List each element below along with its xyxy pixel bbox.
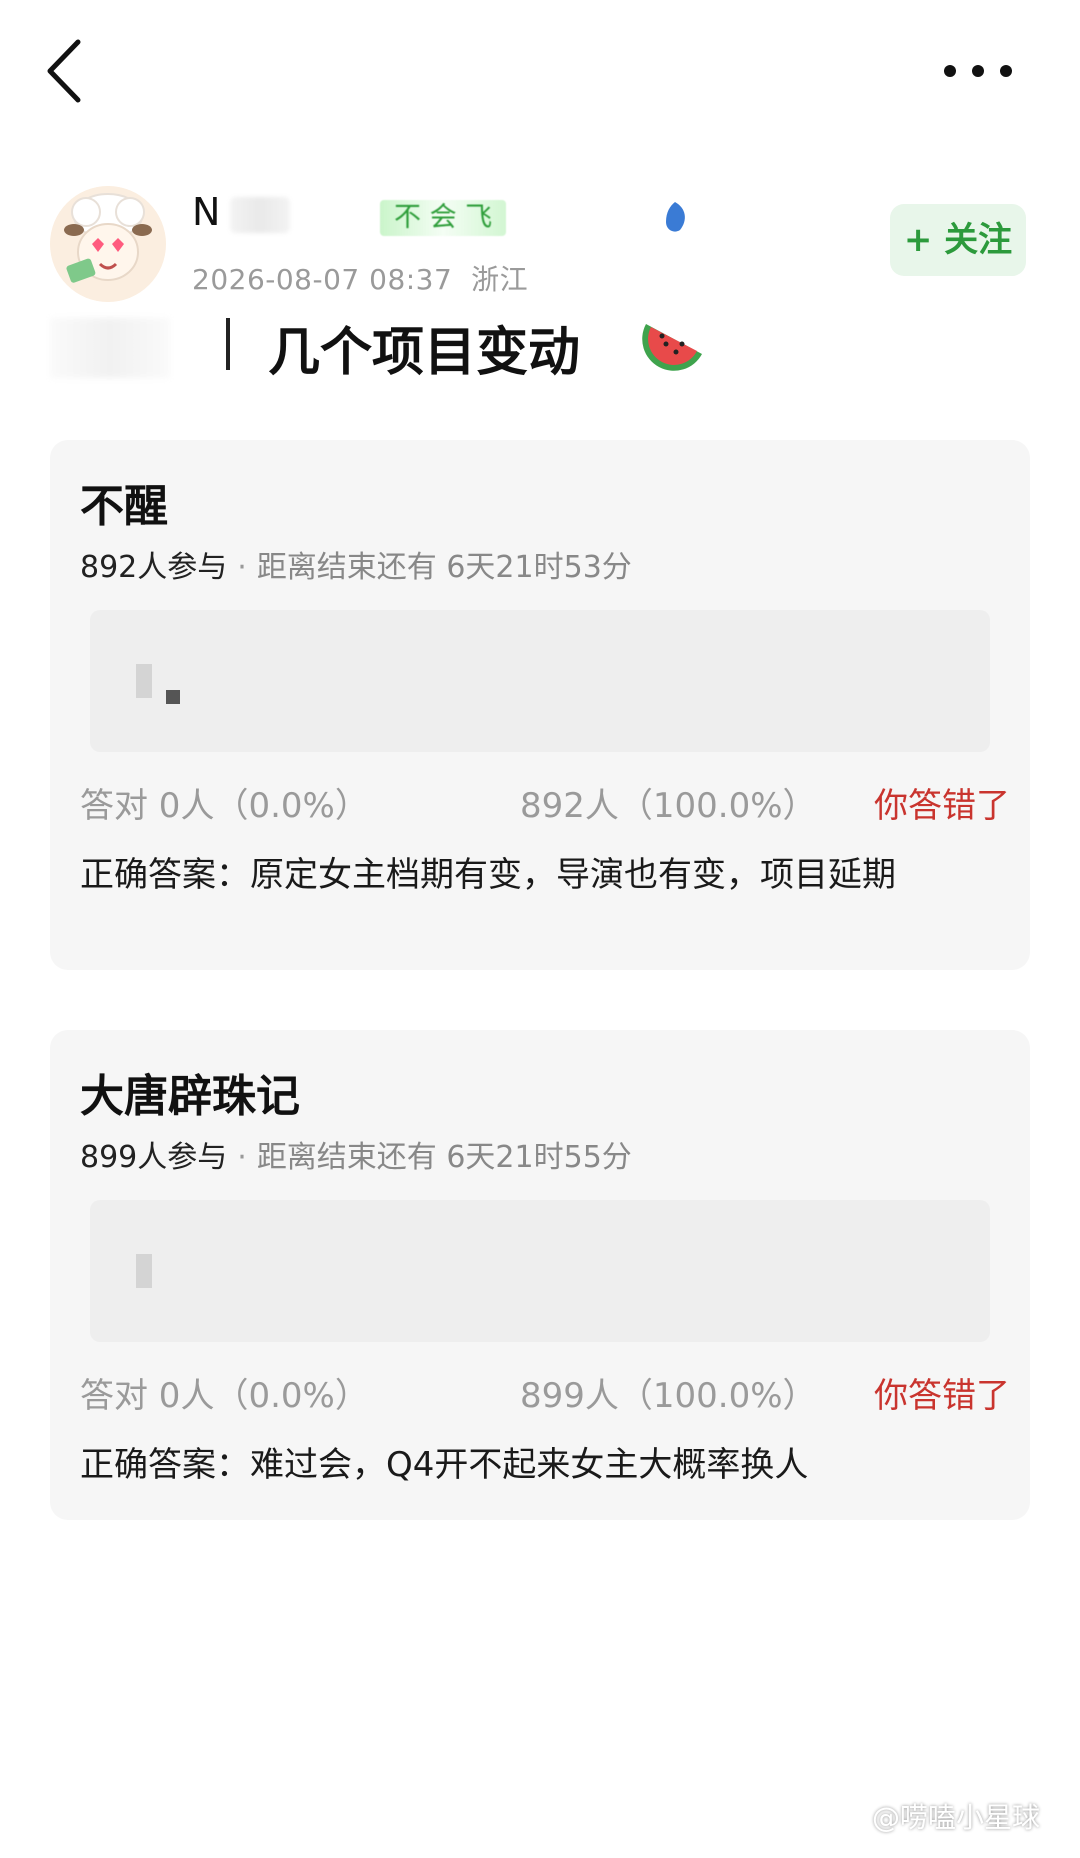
post-time: 2026-08-07 08:37 [192,263,453,296]
redacted-option-box [90,610,990,752]
result-stats: 答对 0人（0.0%） 899人（100.0%） 你答错了 [80,1368,1010,1418]
correct-answer: 正确答案：原定女主档期有变，导演也有变，项目延期 [80,855,896,895]
meta-separator: · [237,550,247,585]
watermelon-icon [642,324,702,371]
author-name[interactable]: N [192,190,291,234]
redacted-mark [136,664,152,698]
author-badge: 不 会 飞 [380,200,507,236]
chevron-left-icon[interactable] [42,36,102,106]
participant-count: 899人参与 [80,1140,228,1175]
more-horizontal-icon[interactable] [938,56,1018,86]
redacted-mark [136,1254,152,1288]
quiz-meta: 899人参与 · 距离结束还有 6天21时55分 [80,1132,632,1176]
countdown-text: 距离结束还有 6天21时55分 [256,1140,632,1175]
redacted-mark [166,690,180,704]
redacted-option-box [90,1200,990,1342]
wrong-answer-label: 你答错了 [874,786,1010,826]
correct-stat: 答对 0人（0.0%） [80,1376,369,1416]
meta-separator: · [237,1140,247,1175]
sheep-avatar-icon [50,186,166,302]
quiz-card: 不醒 892人参与 · 距离结束还有 6天21时53分 答对 0人（0.0%） 89… [50,440,1030,970]
redacted-name [230,196,291,233]
avatar[interactable] [50,186,166,302]
other-stat: 899人（100.0%） [520,1376,817,1416]
post-location: 浙江 [471,263,529,296]
quiz-meta: 892人参与 · 距离结束还有 6天21时53分 [80,542,632,586]
other-stat: 892人（100.0%） [520,786,817,826]
result-stats: 答对 0人（0.0%） 892人（100.0%） 你答错了 [80,778,1010,828]
quiz-title: 大唐辟珠记 [80,1071,300,1122]
watermark: @唠嗑小星球 [834,1796,1040,1836]
author-name-text: N [192,190,221,234]
quiz-title: 不醒 [80,481,168,532]
wrong-answer-label: 你答错了 [874,1376,1010,1416]
weibo-icon [834,1807,867,1833]
correct-stat: 答对 0人（0.0%） [80,786,369,826]
watermark-text: @唠嗑小星球 [871,1801,1040,1834]
top-bar [0,0,1080,150]
post-meta: 2026-08-07 08:37 浙江 [192,258,528,298]
participant-count: 892人参与 [80,550,228,585]
verified-icon [666,202,685,232]
quiz-card: 大唐辟珠记 899人参与 · 距离结束还有 6天21时55分 答对 0人（0.0%）… [50,1030,1030,1520]
post-title: 几个项目变动 [268,323,581,383]
redacted-title-prefix [50,318,170,378]
countdown-text: 距离结束还有 6天21时53分 [256,550,632,585]
post-title-row: 几个项目变动 [50,310,1040,390]
follow-button[interactable]: + 关注 [890,204,1026,276]
author-row: N 不 会 飞 2026-08-07 08:37 浙江 + 关注 [50,180,1040,302]
correct-answer: 正确答案：难过会，Q4开不起来女主大概率换人 [80,1445,809,1485]
title-divider [226,318,230,370]
